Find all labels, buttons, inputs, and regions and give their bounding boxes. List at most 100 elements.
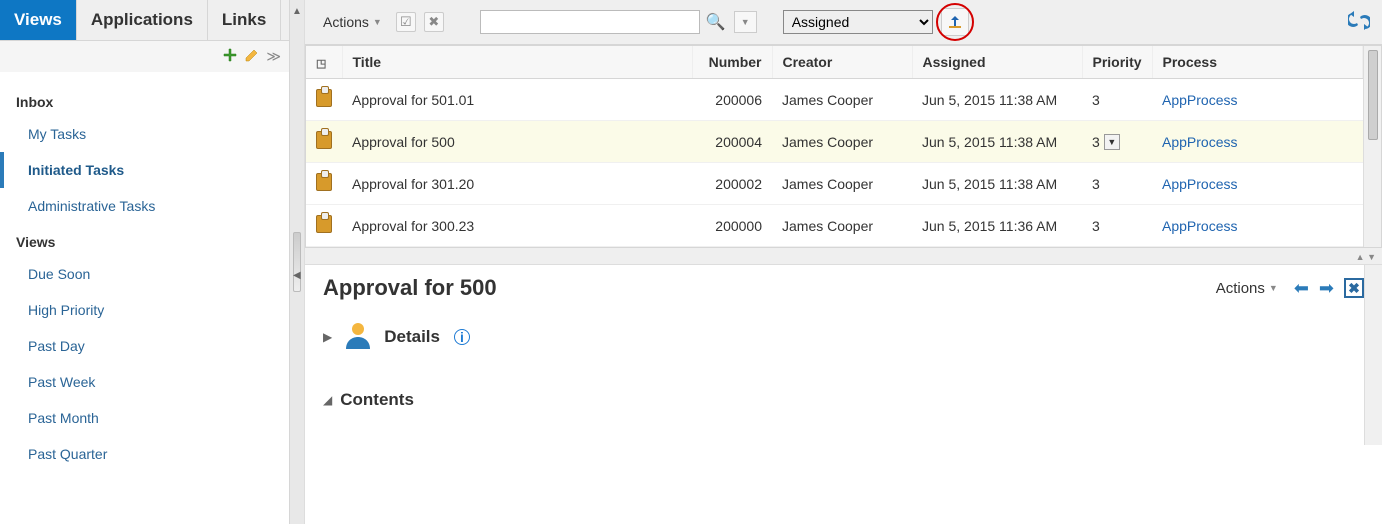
info-icon[interactable]: i: [454, 329, 470, 345]
views-heading: Views: [0, 224, 289, 256]
col-priority[interactable]: Priority: [1082, 46, 1152, 79]
sidebar-item-high-priority[interactable]: High Priority: [0, 292, 289, 328]
sidebar-item-due-soon[interactable]: Due Soon: [0, 256, 289, 292]
col-title[interactable]: Title: [342, 46, 692, 79]
user-icon: [342, 319, 374, 354]
cell-assigned: Jun 5, 2015 11:38 AM: [912, 163, 1082, 205]
process-link[interactable]: AppProcess: [1162, 218, 1237, 234]
dropdown-icon: ▼: [1269, 283, 1278, 293]
cell-priority: 3: [1082, 163, 1152, 205]
search-options-dropdown[interactable]: ▼: [734, 11, 757, 33]
search-icon[interactable]: 🔍: [706, 12, 726, 32]
detail-panel: Approval for 500 Actions ▼ ⬅ ➡ ✖ ▶ Detai…: [305, 264, 1382, 524]
col-process[interactable]: Process: [1152, 46, 1362, 79]
clear-icon[interactable]: ✖: [424, 12, 444, 32]
task-icon: [316, 89, 332, 107]
reassign-button[interactable]: [941, 8, 969, 36]
dropdown-icon: ▼: [373, 17, 382, 27]
vertical-splitter[interactable]: ▲ ◀: [290, 0, 304, 524]
table-scrollbar[interactable]: [1363, 46, 1381, 247]
details-section: ▶ Details i: [323, 319, 1364, 354]
tab-views[interactable]: Views: [0, 0, 77, 40]
add-icon[interactable]: [222, 47, 238, 66]
sidebar-item-past-day[interactable]: Past Day: [0, 328, 289, 364]
col-assigned[interactable]: Assigned: [912, 46, 1082, 79]
cell-creator: James Cooper: [772, 121, 912, 163]
cell-creator: James Cooper: [772, 205, 912, 247]
restore-pane-icon[interactable]: ◳: [316, 58, 326, 70]
sidebar-item-initiated-tasks[interactable]: Initiated Tasks: [0, 152, 289, 188]
splitter-arrow-icon: ▲: [292, 6, 302, 17]
task-icon: [316, 215, 332, 233]
sidebar-item-past-week[interactable]: Past Week: [0, 364, 289, 400]
sidebar-item-my-tasks[interactable]: My Tasks: [0, 116, 289, 152]
cell-number: 200006: [692, 79, 772, 121]
sidebar-tabs: Views Applications Links: [0, 0, 289, 41]
table-row[interactable]: Approval for 300.23 200000 James Cooper …: [306, 205, 1363, 247]
task-table-container: ◳ Title Number Creator Assigned Priority…: [305, 45, 1382, 248]
sidebar: Views Applications Links ≫ Inbox My Task…: [0, 0, 290, 524]
detail-actions-menu[interactable]: Actions ▼: [1210, 276, 1284, 301]
col-icon[interactable]: ◳: [306, 46, 342, 79]
actions-menu[interactable]: Actions ▼: [317, 10, 388, 34]
state-filter-select[interactable]: Assigned: [783, 10, 933, 34]
detail-scrollbar[interactable]: [1364, 265, 1382, 445]
cell-priority: 3: [1082, 79, 1152, 121]
search-input[interactable]: [480, 10, 700, 34]
splitter-collapse-icon[interactable]: ◀: [293, 270, 301, 281]
cell-assigned: Jun 5, 2015 11:38 AM: [912, 79, 1082, 121]
cell-assigned: Jun 5, 2015 11:36 AM: [912, 205, 1082, 247]
sidebar-item-administrative-tasks[interactable]: Administrative Tasks: [0, 188, 289, 224]
edit-icon[interactable]: [244, 47, 260, 66]
cell-creator: James Cooper: [772, 163, 912, 205]
sidebar-item-past-quarter[interactable]: Past Quarter: [0, 436, 289, 472]
prev-arrow-icon[interactable]: ⬅: [1294, 278, 1309, 299]
disclosure-expanded-icon[interactable]: ◢: [323, 393, 332, 407]
cell-assigned: Jun 5, 2015 11:38 AM: [912, 121, 1082, 163]
close-detail-button[interactable]: ✖: [1344, 278, 1364, 298]
scrollbar-thumb[interactable]: [1368, 50, 1378, 140]
table-row[interactable]: Approval for 501.01 200006 James Cooper …: [306, 79, 1363, 121]
splitter-handle[interactable]: [293, 232, 301, 292]
refresh-icon[interactable]: [1348, 10, 1370, 35]
cell-priority: 3 ▼: [1082, 121, 1152, 163]
priority-dropdown[interactable]: ▼: [1104, 134, 1120, 150]
tab-applications[interactable]: Applications: [77, 0, 208, 40]
top-toolbar: Actions ▼ ☑ ✖ 🔍 ▼ Assigned: [305, 0, 1382, 45]
details-label: Details: [384, 327, 440, 347]
horizontal-splitter[interactable]: ▲ ▼: [305, 252, 1382, 264]
task-table-body: Approval for 501.01 200006 James Cooper …: [306, 79, 1363, 247]
contents-section: ◢ Contents: [323, 390, 1364, 410]
col-number[interactable]: Number: [692, 46, 772, 79]
cell-priority: 3: [1082, 205, 1152, 247]
sidebar-content: Inbox My Tasks Initiated Tasks Administr…: [0, 72, 289, 524]
expand-icon[interactable]: ≫: [266, 48, 281, 65]
col-creator[interactable]: Creator: [772, 46, 912, 79]
priority-value: 3: [1092, 134, 1100, 150]
table-row[interactable]: Approval for 301.20 200002 James Cooper …: [306, 163, 1363, 205]
sidebar-item-past-month[interactable]: Past Month: [0, 400, 289, 436]
cell-number: 200000: [692, 205, 772, 247]
contents-label: Contents: [340, 390, 414, 410]
disclosure-collapsed-icon[interactable]: ▶: [323, 330, 332, 344]
detail-header: Approval for 500 Actions ▼ ⬅ ➡ ✖: [323, 275, 1364, 301]
cell-title: Approval for 300.23: [342, 205, 692, 247]
task-icon: [316, 173, 332, 191]
cell-title: Approval for 301.20: [342, 163, 692, 205]
table-row[interactable]: Approval for 500 200004 James Cooper Jun…: [306, 121, 1363, 163]
process-link[interactable]: AppProcess: [1162, 134, 1237, 150]
cell-number: 200002: [692, 163, 772, 205]
cell-creator: James Cooper: [772, 79, 912, 121]
task-table: ◳ Title Number Creator Assigned Priority…: [306, 46, 1363, 247]
tab-links[interactable]: Links: [208, 0, 281, 40]
cell-number: 200004: [692, 121, 772, 163]
detail-actions-label: Actions: [1216, 280, 1265, 297]
process-link[interactable]: AppProcess: [1162, 176, 1237, 192]
next-arrow-icon[interactable]: ➡: [1319, 278, 1334, 299]
checkbox-toggle-icon[interactable]: ☑: [396, 12, 416, 32]
detail-title: Approval for 500: [323, 275, 497, 301]
inbox-heading: Inbox: [0, 84, 289, 116]
actions-label: Actions: [323, 14, 369, 30]
cell-title: Approval for 500: [342, 121, 692, 163]
process-link[interactable]: AppProcess: [1162, 92, 1237, 108]
